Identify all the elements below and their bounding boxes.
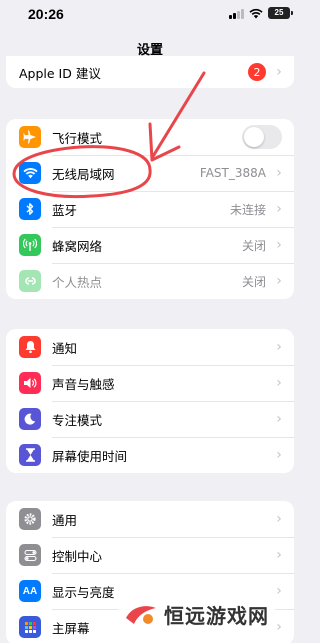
wifi-icon <box>19 162 41 184</box>
chevron-right-icon: › <box>276 583 282 599</box>
screen-time-label: 屏幕使用时间 <box>52 448 128 464</box>
gear-icon <box>19 508 41 530</box>
status-time: 20:26 <box>28 6 64 22</box>
notifications-group: 通知 › 声音与触感 › 专注模式 › 屏幕使用时间 › <box>6 329 294 473</box>
bluetooth-row[interactable]: 蓝牙 未连接 › <box>6 191 294 227</box>
hotspot-icon <box>19 270 41 292</box>
sounds-haptics-label: 声音与触感 <box>52 376 115 392</box>
sounds-haptics-row[interactable]: 声音与触感 › <box>6 365 294 401</box>
chevron-right-icon: › <box>276 375 282 391</box>
notification-badge: 2 <box>248 63 266 81</box>
airplane-mode-label: 飞行模式 <box>52 130 103 146</box>
antenna-icon <box>19 234 41 256</box>
notifications-label: 通知 <box>52 340 78 356</box>
airplane-mode-row[interactable]: 飞行模式 <box>6 119 294 155</box>
speaker-icon <box>19 372 41 394</box>
apple-id-suggestions-row[interactable]: Apple ID 建议 2 › <box>6 56 294 88</box>
chevron-right-icon: › <box>276 201 282 217</box>
wlan-value: FAST_388A <box>199 166 266 180</box>
status-icons: 25 <box>229 7 293 19</box>
chevron-right-icon: › <box>276 447 282 463</box>
bluetooth-label: 蓝牙 <box>52 202 78 218</box>
chevron-right-icon: › <box>276 237 282 253</box>
chevron-right-icon: › <box>276 411 282 427</box>
bluetooth-value: 未连接 <box>229 202 266 217</box>
battery-icon: 25 <box>268 7 293 19</box>
chevron-right-icon: › <box>276 273 282 289</box>
status-bar: 20:26 25 <box>0 0 300 30</box>
cellular-row[interactable]: 蜂窝网络 关闭 › <box>6 227 294 263</box>
cellular-label: 蜂窝网络 <box>52 238 103 254</box>
hotspot-label: 个人热点 <box>52 274 103 290</box>
chevron-right-icon: › <box>276 511 282 527</box>
watermark-logo-icon <box>126 605 156 624</box>
watermark: 恒远游戏网 <box>118 598 275 631</box>
focus-row[interactable]: 专注模式 › <box>6 401 294 437</box>
wlan-row[interactable]: 无线局域网 FAST_388A › <box>6 155 294 191</box>
screen-time-row[interactable]: 屏幕使用时间 › <box>6 437 294 473</box>
grid-icon <box>19 616 41 638</box>
airplane-icon <box>19 126 41 148</box>
moon-icon <box>19 408 41 430</box>
bell-icon <box>19 336 41 358</box>
airplane-mode-toggle[interactable] <box>242 125 282 149</box>
chevron-right-icon: › <box>276 64 282 80</box>
notifications-row[interactable]: 通知 › <box>6 329 294 365</box>
signal-icon <box>229 8 244 19</box>
aa-icon: AA <box>19 580 41 602</box>
switches-icon <box>19 544 41 566</box>
wifi-status-icon <box>249 8 263 19</box>
chevron-right-icon: › <box>276 339 282 355</box>
control-center-label: 控制中心 <box>52 548 103 564</box>
focus-label: 专注模式 <box>52 412 103 428</box>
cellular-value: 关闭 <box>241 238 266 253</box>
apple-id-group: Apple ID 建议 2 › <box>6 56 294 88</box>
hotspot-row[interactable]: 个人热点 关闭 › <box>6 263 294 299</box>
general-label: 通用 <box>52 512 78 528</box>
hotspot-value: 关闭 <box>241 274 266 289</box>
wlan-label: 无线局域网 <box>52 166 115 182</box>
general-row[interactable]: 通用 › <box>6 501 294 537</box>
connectivity-group: 飞行模式 无线局域网 FAST_388A › 蓝牙 未连接 › 蜂窝网络 关闭 … <box>6 119 294 299</box>
chevron-right-icon: › <box>276 547 282 563</box>
chevron-right-icon: › <box>276 165 282 181</box>
bluetooth-icon <box>19 198 41 220</box>
control-center-row[interactable]: 控制中心 › <box>6 537 294 573</box>
hourglass-icon <box>19 444 41 466</box>
apple-id-label: Apple ID 建议 <box>19 65 101 81</box>
watermark-text: 恒远游戏网 <box>164 604 269 628</box>
